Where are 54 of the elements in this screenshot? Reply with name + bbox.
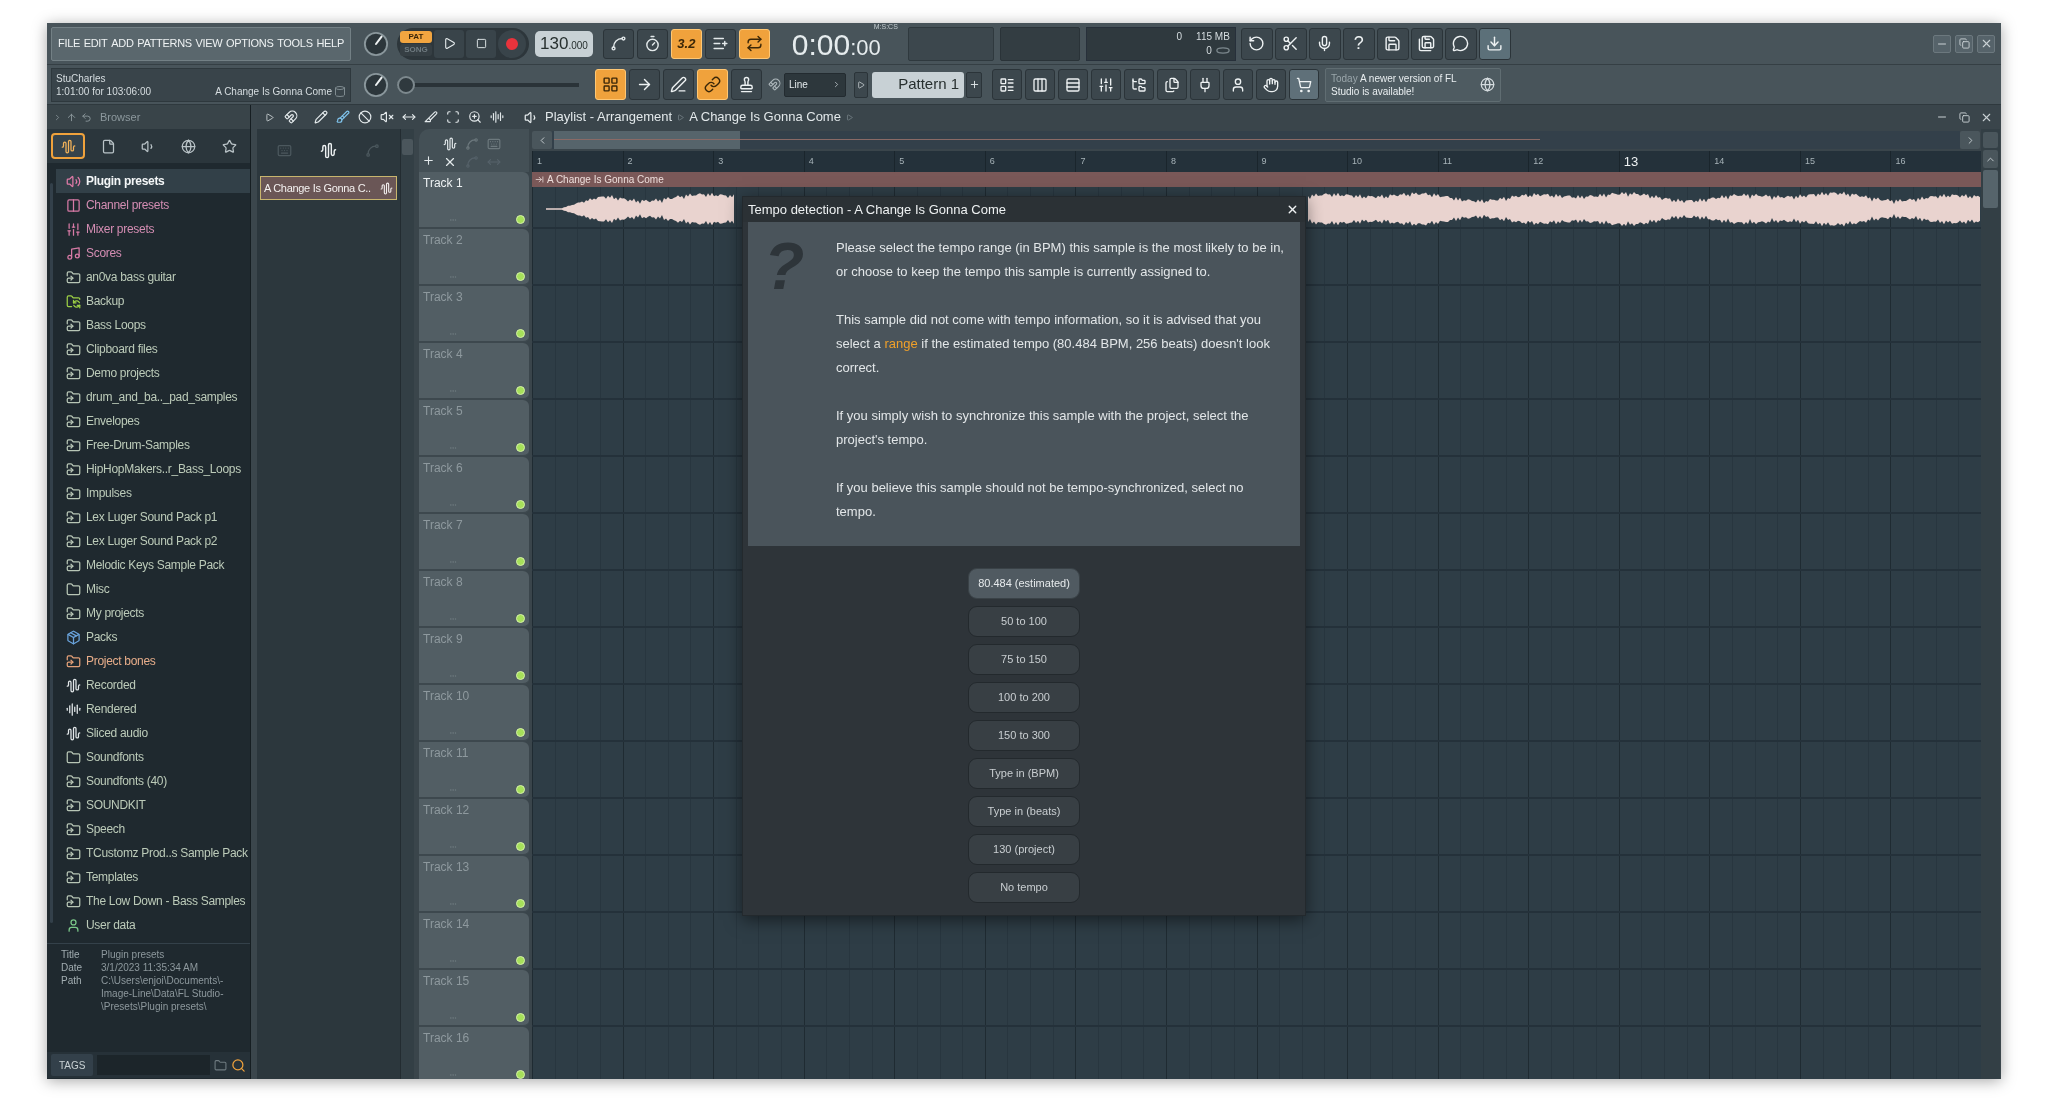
bar-number: 7 — [1080, 154, 1086, 168]
song-name: A Change Is Gonna Come — [215, 84, 332, 98]
bar-number: 13 — [1623, 152, 1639, 171]
bar-number: 9 — [1261, 154, 1267, 168]
track-name: Track 4 — [423, 346, 464, 363]
dialog-paragraph: This sample did not come with tempo information, so it is advised that you select a range if the estimated tempo (80.484 BPM, 256 beats) doesn't look correct. — [836, 311, 1271, 377]
bar-number: 4 — [808, 154, 814, 168]
polyphony-value: 0 — [1206, 43, 1212, 58]
clip-name: A Change Is Gonna Come — [547, 173, 664, 187]
bar-number: 8 — [1170, 154, 1176, 168]
track-name: Track 8 — [423, 574, 464, 591]
bar-number: 2 — [627, 154, 633, 168]
track-name: Track 5 — [423, 403, 464, 420]
playlist-title: Playlist - Arrangement — [545, 108, 673, 127]
track-name: Track 10 — [423, 688, 471, 705]
bar-number: 11 — [1442, 154, 1452, 168]
song-position: 1:01:00 for 103:06:00 — [56, 84, 152, 98]
track-name: Track 15 — [423, 973, 471, 990]
bar-number: 6 — [989, 154, 995, 168]
bar-number: 10 — [1352, 154, 1363, 168]
memory-value: 115 MB — [1196, 29, 1230, 44]
track-name: Track 9 — [423, 631, 464, 648]
bar-number: 1 — [537, 154, 542, 168]
dialog-paragraph: If you simply wish to synchronize this sample with the project, select the project's tempo. — [836, 407, 1250, 449]
track-name: Track 2 — [423, 232, 464, 249]
info-value: C:\Users\enjoi\Documents\- Image-Line\Data\FL Studio- \Presets\Plugin presets\ — [101, 974, 224, 1013]
info-label: Title — [61, 948, 81, 961]
track-name: Track 1 — [423, 175, 464, 192]
cpu-value: 0 — [1176, 29, 1183, 44]
track-name: Track 14 — [423, 916, 471, 933]
bar-number: 12 — [1533, 154, 1544, 168]
track-name: Track 13 — [423, 859, 471, 876]
browser-title: Browser — [100, 109, 141, 125]
track-name: Track 6 — [423, 460, 464, 477]
bar-number: 5 — [899, 154, 905, 168]
question-mark-icon: ? — [764, 234, 814, 298]
bar-number: 14 — [1714, 154, 1725, 168]
dialog-paragraph: If you believe this sample should not be tempo-synchronized, select no tempo. — [836, 479, 1245, 521]
info-label: Path — [61, 974, 83, 988]
time-readout: 0:00:00 — [791, 31, 881, 63]
track-name: Track 11 — [423, 745, 470, 762]
dialog-paragraph: Please select the tempo range (in BPM) this sample is the most likely to be in, or choose to keep the tempo this sample is currently assigned to. — [836, 239, 1285, 281]
track-name: Track 3 — [423, 289, 464, 306]
bar-number: 16 — [1895, 154, 1906, 168]
bar-number: 15 — [1804, 154, 1815, 168]
dialog-title: Tempo detection - A Change Is Gonna Come — [748, 200, 1006, 219]
track-name: Track 7 — [423, 517, 464, 534]
track-name: Track 16 — [423, 1030, 471, 1047]
info-value: Plugin presets — [101, 948, 165, 961]
info-value: 3/1/2023 11:35:34 AM — [101, 961, 199, 974]
user-name: StuCharles — [56, 71, 107, 85]
bar-number: 3 — [718, 154, 724, 168]
info-label: Date — [61, 961, 84, 974]
track-name: Track 12 — [423, 802, 471, 819]
